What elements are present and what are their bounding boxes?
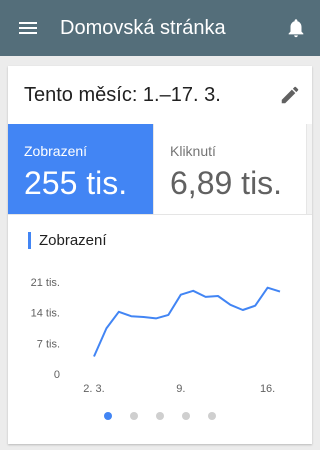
page-dot[interactable] [104,412,112,420]
period-header: Tento měsíc: 1.–17. 3. [8,66,312,124]
chart-legend: Zobrazení [28,232,107,249]
page-dot[interactable] [156,412,164,420]
y-tick-label: 14 tis. [31,308,60,320]
y-tick-label: 21 tis. [31,277,60,289]
metric-clicks-value: 6,89 tis. [170,165,283,201]
y-tick-label: 0 [54,369,60,381]
notifications-button[interactable] [272,0,320,56]
period-label[interactable]: Tento měsíc: 1.–17. 3. [24,84,268,107]
page-dot[interactable] [130,412,138,420]
x-tick-label: 9. [176,383,185,395]
divider [8,214,312,215]
app-bar: Domovská stránka [0,0,320,56]
y-tick-label: 7 tis. [37,338,60,350]
pencil-icon [281,86,299,104]
menu-icon [19,22,37,34]
x-tick-label: 2. 3. [83,383,104,395]
page-dot[interactable] [182,412,190,420]
page-indicator [8,412,312,420]
impressions-chart: 0 7 tis. 14 tis. 21 tis. 2. 3. 9. 16. [31,277,281,395]
chart-title: Zobrazení [39,232,107,249]
legend-swatch [28,232,31,249]
page-title: Domovská stránka [60,16,226,39]
x-tick-label: 16. [260,383,275,395]
metric-impressions-value: 255 tis. [24,165,128,201]
overview-card: Tento měsíc: 1.–17. 3. Zobrazení 255 tis… [8,66,312,444]
metric-clicks-label: Kliknutí [170,143,216,159]
metric-clicks[interactable]: Kliknutí 6,89 tis. [153,124,298,214]
edit-period-button[interactable] [268,66,312,124]
bell-icon [288,19,304,38]
menu-button[interactable] [0,0,56,56]
metrics-scroll-edge [306,124,312,214]
page-dot[interactable] [208,412,216,420]
impressions-series-line [93,286,281,357]
metric-impressions[interactable]: Zobrazení 255 tis. [8,124,153,214]
metric-impressions-label: Zobrazení [24,143,88,159]
